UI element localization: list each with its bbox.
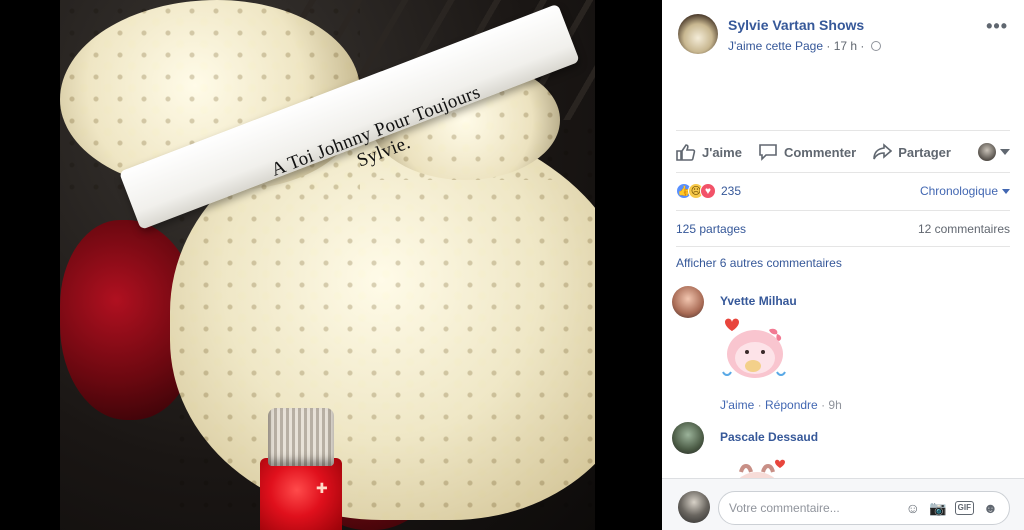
commenter-avatar[interactable] [672, 422, 704, 454]
chevron-down-icon [1000, 149, 1010, 155]
globe-icon [870, 41, 881, 51]
composer-icons: ☺ 📷 GIF ☻ [904, 500, 999, 517]
divider [676, 210, 1010, 211]
sticker-icon[interactable]: ☻ [982, 500, 999, 516]
love-reaction-icon[interactable]: ♥ [700, 183, 716, 199]
comment-label: Commenter [783, 144, 857, 160]
comment-item: Yvette Milhau J'aime · Répondre · 9h [672, 286, 1010, 416]
post-panel: Sylvie Vartan Shows J'aime cette Page · … [662, 0, 1024, 530]
reaction-count[interactable]: 235 [721, 184, 741, 198]
page-avatar[interactable] [678, 14, 718, 54]
share-icon [873, 143, 893, 160]
comment-icon [759, 144, 777, 161]
chevron-down-icon [1002, 188, 1010, 194]
reactions-row: 👍 ☹ ♥ 235 Chronologique [676, 180, 1010, 202]
action-bar: J'aime Commenter Partager [676, 136, 1010, 168]
user-avatar-small [978, 143, 996, 161]
more-options-button[interactable]: ••• [986, 16, 1008, 37]
page-name-link[interactable]: Sylvie Vartan Shows [728, 17, 864, 33]
comment-input-placeholder: Votre commentaire... [729, 501, 840, 515]
post-header: Sylvie Vartan Shows J'aime cette Page · … [678, 14, 1008, 58]
comment-item: Pascale Dessaud [672, 422, 1010, 478]
post-stats: 125 partages 12 commentaires [676, 222, 1010, 236]
bunny-sticker-icon [722, 318, 786, 378]
post-meta: J'aime cette Page · 17 h · [728, 39, 881, 53]
post-as-selector[interactable] [978, 143, 1010, 161]
sort-comments-dropdown[interactable]: Chronologique [920, 184, 1010, 198]
sort-label: Chronologique [919, 184, 998, 198]
comment-time[interactable]: 9h [828, 398, 841, 412]
like-label: J'aime [702, 144, 742, 160]
comment-input[interactable]: Votre commentaire... ☺ 📷 GIF ☻ [718, 491, 1010, 525]
comment-reply-link[interactable]: Répondre [765, 398, 818, 412]
commenter-name[interactable]: Yvette Milhau [720, 294, 797, 308]
dot-separator: · [757, 398, 762, 412]
shares-count[interactable]: 125 partages [676, 222, 746, 236]
post-photo[interactable]: A Toi Johnny Pour Toujours Sylvie. ✚ [60, 0, 595, 530]
view-more-comments-link[interactable]: Afficher 6 autres commentaires [676, 256, 842, 270]
like-page-link[interactable]: J'aime cette Page [728, 39, 823, 53]
like-button[interactable]: J'aime [676, 143, 742, 161]
meta-separator: · [826, 39, 831, 53]
divider [676, 172, 1010, 173]
comments-count[interactable]: 12 commentaires [918, 222, 1010, 236]
divider [676, 130, 1010, 131]
current-user-avatar [678, 491, 710, 523]
dot-separator: · [821, 398, 826, 412]
post-time[interactable]: 17 h [834, 39, 857, 53]
comment-button[interactable]: Commenter [758, 143, 856, 161]
divider [676, 246, 1010, 247]
comment-actions: J'aime · Répondre · 9h [720, 398, 842, 412]
meta-separator-2: · [860, 39, 865, 53]
comment-composer: Votre commentaire... ☺ 📷 GIF ☻ [662, 478, 1024, 530]
gif-icon[interactable]: GIF [954, 501, 974, 515]
share-button[interactable]: Partager [872, 143, 951, 161]
comment-like-link[interactable]: J'aime [720, 398, 754, 412]
camera-icon[interactable]: 📷 [929, 500, 946, 517]
bunny-sticker-icon [739, 459, 785, 478]
thumbs-up-icon [676, 144, 696, 161]
commenter-avatar[interactable] [672, 286, 704, 318]
commenter-name[interactable]: Pascale Dessaud [720, 430, 818, 444]
emoji-icon[interactable]: ☺ [904, 500, 921, 516]
share-label: Partager [898, 144, 951, 160]
photo-viewer: A Toi Johnny Pour Toujours Sylvie. ✚ [0, 0, 662, 530]
red-candle: ✚ [260, 408, 360, 530]
